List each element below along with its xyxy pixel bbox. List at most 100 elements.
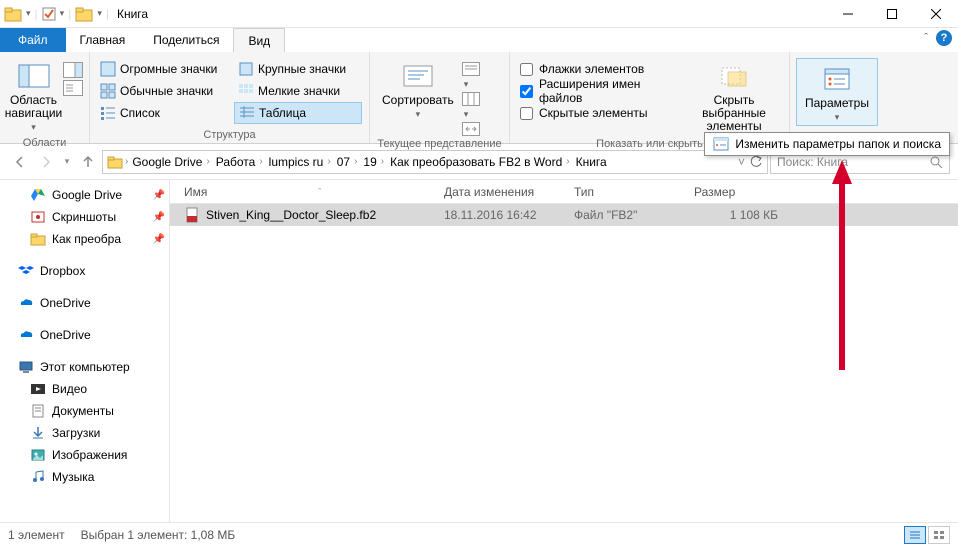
search-icon[interactable] [929, 155, 943, 169]
column-date[interactable]: Дата изменения [436, 185, 566, 199]
content-area: Google Drive📌 Скриншоты📌 Как преобра📌 Dr… [0, 180, 958, 522]
tab-home[interactable]: Главная [66, 28, 140, 52]
chevron-down-icon: ▾ [31, 122, 36, 133]
pin-icon[interactable]: 📌 [153, 234, 165, 245]
pin-icon[interactable]: 📌 [153, 190, 165, 201]
thumbnails-view-switch[interactable] [928, 526, 950, 544]
back-button[interactable] [8, 150, 32, 174]
dropdown-icon[interactable]: ▾ [26, 8, 31, 19]
sidebar-item-music[interactable]: Музыка [0, 466, 169, 488]
minimize-ribbon-icon[interactable]: ˆ [924, 32, 928, 44]
pictures-icon [30, 447, 46, 463]
nav-pane-button[interactable]: Область навигации ▾ [6, 58, 61, 135]
video-icon [30, 381, 46, 397]
folder-icon [75, 5, 93, 23]
sidebar-item-downloads[interactable]: Загрузки [0, 422, 169, 444]
normal-icons-icon [100, 83, 116, 99]
list-icon [100, 105, 116, 121]
music-icon [30, 469, 46, 485]
filename-extensions[interactable]: Расширения имен файлов [516, 80, 683, 102]
layout-table[interactable]: Таблица [234, 102, 362, 124]
hidden-items[interactable]: Скрытые элементы [516, 102, 683, 124]
chevron-right-icon[interactable]: › [125, 156, 128, 167]
breadcrumb-item[interactable]: lumpics ru› [267, 155, 333, 169]
layout-huge-icons[interactable]: Огромные значки [96, 58, 234, 80]
ribbon: Область навигации ▾ Области Огромные зна… [0, 52, 958, 144]
qat-overflow-icon[interactable]: ▾ [97, 8, 102, 19]
layout-list[interactable]: Список [96, 102, 234, 124]
layout-normal-icons[interactable]: Обычные значки [96, 80, 234, 102]
table-icon [239, 105, 255, 121]
ribbon-help-area: ˆ ? [924, 30, 952, 46]
column-type[interactable]: Тип [566, 185, 686, 199]
details-pane-icon[interactable] [63, 80, 83, 96]
column-headers: Имяˆ Дата изменения Тип Размер [170, 180, 958, 204]
sidebar-item-gdrive[interactable]: Google Drive📌 [0, 184, 169, 206]
breadcrumb[interactable]: › Google Drive› Работа› lumpics ru› 07› … [102, 150, 768, 174]
navigation-pane[interactable]: Google Drive📌 Скриншоты📌 Как преобра📌 Dr… [0, 180, 170, 522]
column-name[interactable]: Имяˆ [176, 185, 436, 199]
folder-icon [30, 231, 46, 247]
recent-locations-button[interactable]: ▾ [60, 150, 74, 174]
breadcrumb-item[interactable]: Работа› [214, 155, 265, 169]
tab-share[interactable]: Поделиться [139, 28, 233, 52]
pin-icon[interactable]: 📌 [153, 212, 165, 223]
options-icon [821, 63, 853, 95]
folder-icon [107, 154, 123, 170]
sidebar-item-screenshots[interactable]: Скриншоты📌 [0, 206, 169, 228]
hide-selected-button[interactable]: Скрыть выбранные элементы [685, 58, 783, 136]
sort-indicator-icon: ˆ [318, 187, 321, 197]
options-button[interactable]: Параметры ▾ [796, 58, 878, 126]
breadcrumb-item[interactable]: Google Drive› [130, 155, 211, 169]
breadcrumb-item[interactable]: Книга [574, 155, 609, 169]
group-by-icon[interactable]: ▾ [462, 62, 480, 90]
forward-button[interactable] [34, 150, 58, 174]
checkbox-qat-icon[interactable] [42, 7, 56, 21]
sort-button[interactable]: Сортировать ▾ [376, 58, 460, 122]
onedrive-icon [18, 327, 34, 343]
layout-small-icons[interactable]: Мелкие значки [234, 80, 362, 102]
close-button[interactable] [914, 0, 958, 28]
quick-access-toolbar: ▾ | ▾ | ▾ | [0, 5, 109, 23]
dropbox-icon [18, 263, 34, 279]
file-row[interactable]: Stiven_King__Doctor_Sleep.fb2 18.11.2016… [170, 204, 958, 226]
breadcrumb-item[interactable]: 07› [335, 155, 360, 169]
sidebar-item-docs[interactable]: Документы [0, 400, 169, 422]
tab-view[interactable]: Вид [233, 28, 285, 52]
sidebar-item-thispc[interactable]: Этот компьютер [0, 356, 169, 378]
hide-icon [718, 60, 750, 92]
up-button[interactable] [76, 150, 100, 174]
minimize-button[interactable] [826, 0, 870, 28]
file-list[interactable]: Имяˆ Дата изменения Тип Размер Stiven_Ki… [170, 180, 958, 522]
large-icons-icon [238, 61, 254, 77]
options-tooltip: Изменить параметры папок и поиска [704, 132, 950, 156]
add-columns-icon[interactable]: ▾ [462, 92, 480, 120]
details-view-switch[interactable] [904, 526, 926, 544]
column-size[interactable]: Размер [686, 185, 786, 199]
help-icon[interactable]: ? [936, 30, 952, 46]
preview-pane-icon[interactable] [63, 62, 83, 78]
sidebar-item-pictures[interactable]: Изображения [0, 444, 169, 466]
status-selection: Выбран 1 элемент: 1,08 МБ [81, 528, 236, 542]
sidebar-item-dropbox[interactable]: Dropbox [0, 260, 169, 282]
tab-file[interactable]: Файл [0, 28, 66, 52]
sidebar-item-onedrive[interactable]: OneDrive [0, 292, 169, 314]
dropdown-icon[interactable]: ▾ [60, 8, 65, 19]
breadcrumb-item[interactable]: 19› [361, 155, 386, 169]
address-dropdown-icon[interactable]: ˅ [738, 155, 745, 169]
titlebar: ▾ | ▾ | ▾ | Книга [0, 0, 958, 28]
fb2-file-icon [184, 207, 200, 223]
breadcrumb-item[interactable]: Как преобразовать FB2 в Word› [388, 155, 571, 169]
sidebar-item-convert[interactable]: Как преобра📌 [0, 228, 169, 250]
window-title: Книга [117, 7, 148, 21]
fit-columns-icon[interactable] [462, 122, 480, 136]
computer-icon [18, 359, 34, 375]
nav-pane-icon [18, 60, 50, 92]
sidebar-item-video[interactable]: Видео [0, 378, 169, 400]
sidebar-item-onedrive2[interactable]: OneDrive [0, 324, 169, 346]
screenshots-icon [30, 209, 46, 225]
refresh-icon[interactable] [749, 155, 763, 169]
maximize-button[interactable] [870, 0, 914, 28]
layout-large-icons[interactable]: Крупные значки [234, 58, 362, 80]
group-label-layout: Структура [96, 127, 363, 143]
